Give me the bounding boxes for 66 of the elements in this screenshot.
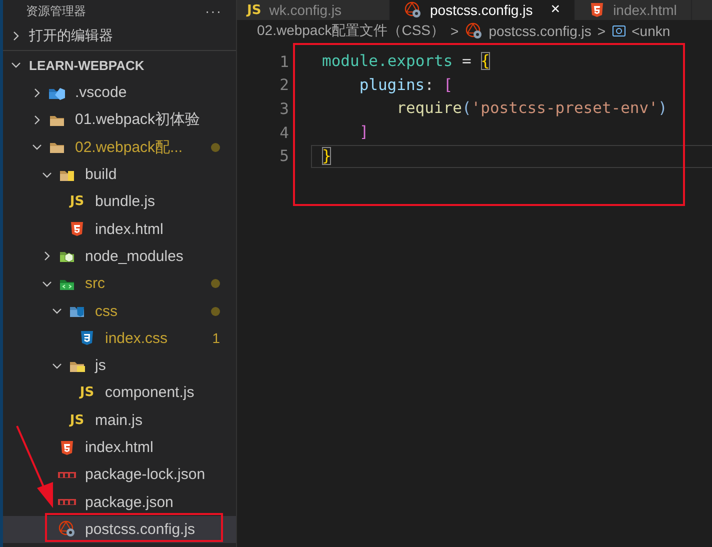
code-line: }: [311, 144, 712, 168]
breadcrumb-item[interactable]: postcss.config.js: [488, 23, 592, 39]
more-actions-button[interactable]: ···: [205, 3, 222, 19]
code-line: plugins: [: [358, 74, 454, 96]
css-file-icon: [79, 330, 95, 346]
close-tab-button[interactable]: ×: [550, 1, 560, 19]
folder-item[interactable]: 02.webpack配...: [3, 134, 236, 161]
npm-icon: [58, 470, 76, 480]
js-icon: JS: [70, 194, 84, 210]
chevron-right-icon: [11, 31, 21, 41]
html-file-icon: [589, 2, 606, 18]
code-line: ]: [358, 122, 370, 144]
js-icon: JS: [247, 2, 262, 18]
code-line: require('postcss-preset-env'): [396, 98, 668, 120]
chevron-down-icon: [42, 278, 52, 289]
file-item[interactable]: index.html: [3, 434, 236, 462]
postcss-gear-icon: [464, 22, 483, 40]
chevron-right-icon: [32, 114, 42, 125]
folder-item[interactable]: build: [3, 160, 236, 188]
breadcrumb-item[interactable]: 02.webpack配置文件（CSS）: [257, 22, 445, 40]
postcss-gear-icon: [404, 1, 422, 19]
section-header[interactable]: 打开的编辑器: [3, 22, 236, 50]
folder-item[interactable]: css: [3, 297, 236, 325]
html-file-icon: [59, 440, 75, 456]
panel-title: 资源管理器: [26, 2, 86, 20]
breadcrumb-item[interactable]: >: [450, 23, 459, 39]
chevron-down-icon: [32, 142, 42, 152]
chevron-right-icon: [42, 251, 52, 262]
folder-item[interactable]: 01.webpack初体验: [3, 106, 236, 134]
html-file-icon: [69, 221, 85, 238]
line-number: 1: [278, 52, 289, 71]
file-item[interactable]: JS component.js: [3, 379, 236, 407]
editor-tab[interactable]: postcss.config.js ×: [390, 0, 576, 20]
chevron-down-icon: [52, 306, 62, 316]
line-number: 2: [278, 76, 289, 94]
chevron-down-icon: [42, 170, 52, 180]
file-item[interactable]: index.css 1: [3, 324, 236, 352]
folder-item[interactable]: .vscode: [3, 79, 236, 106]
folder-item[interactable]: node_modules: [3, 242, 236, 270]
breadcrumb-item[interactable]: >: [597, 23, 606, 39]
line-number: 5: [278, 147, 289, 166]
line-number: 4: [278, 124, 289, 142]
section-header[interactable]: LEARN-WEBPACK: [3, 51, 236, 79]
js-icon: JS: [80, 385, 94, 400]
modified-dot: [211, 306, 220, 316]
js-icon: JS: [70, 412, 84, 428]
modified-dot: [211, 279, 220, 288]
file-item[interactable]: JS bundle.js: [3, 188, 236, 216]
modified-dot: [211, 142, 220, 152]
file-item[interactable]: package.json: [3, 488, 236, 516]
file-item[interactable]: postcss.config.js: [3, 516, 236, 544]
chevron-right-icon: [32, 88, 42, 98]
symbol-icon: [612, 24, 626, 38]
breadcrumb-item[interactable]: <unkn: [632, 23, 670, 39]
chevron-down-icon: [52, 360, 62, 371]
problem-count: 1: [212, 330, 220, 346]
folder-item[interactable]: js: [3, 352, 236, 380]
folder-item[interactable]: src: [3, 270, 236, 298]
postcss-gear-icon: [58, 520, 76, 538]
file-item[interactable]: index.html: [3, 215, 236, 243]
file-item[interactable]: package-lock.json: [3, 461, 236, 488]
file-item[interactable]: JS main.js: [3, 406, 236, 434]
line-number: 3: [278, 100, 289, 118]
code-line: module.exports = {: [321, 51, 491, 72]
chevron-down-icon: [11, 60, 21, 70]
npm-icon: [58, 497, 76, 508]
